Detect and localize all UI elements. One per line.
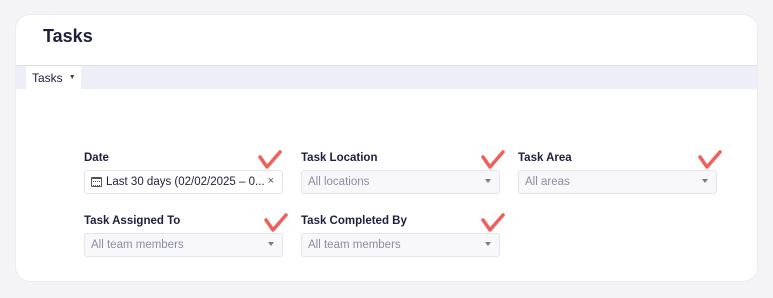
date-range-value: Last 30 days (02/02/2025 – 0...: [106, 176, 265, 188]
task-location-placeholder: All locations: [308, 176, 370, 188]
checkmark-annotation: [481, 150, 505, 169]
task-area-label: Task Area: [518, 152, 572, 164]
checkmark-annotation: [481, 213, 505, 232]
task-assigned-to-select[interactable]: All team members: [84, 233, 283, 257]
date-label: Date: [84, 152, 109, 164]
checkmark-annotation: [264, 213, 288, 232]
page-title: Tasks: [43, 26, 93, 46]
task-assigned-to-label: Task Assigned To: [84, 215, 181, 227]
clear-icon[interactable]: ×: [268, 175, 274, 187]
task-completed-by-placeholder: All team members: [308, 239, 401, 251]
caret-down-icon: ▼: [68, 74, 76, 81]
tab-bar: Tasks ▼: [16, 65, 757, 89]
chevron-down-icon: [702, 179, 708, 183]
task-assigned-to-placeholder: All team members: [91, 239, 184, 251]
task-completed-by-label: Task Completed By: [301, 215, 407, 227]
chevron-down-icon: [485, 179, 491, 183]
task-completed-by-select[interactable]: All team members: [301, 233, 500, 257]
task-location-select[interactable]: All locations: [301, 170, 500, 194]
checkmark-annotation: [258, 150, 282, 169]
task-area-select[interactable]: All areas: [518, 170, 717, 194]
page-card: Tasks Tasks ▼ Date Last 30 days (02/02/2…: [16, 15, 757, 281]
date-range-select[interactable]: Last 30 days (02/02/2025 – 0... ×: [84, 170, 283, 194]
tab-tasks-label: Tasks: [32, 70, 63, 85]
chevron-down-icon: [268, 242, 274, 246]
task-area-placeholder: All areas: [525, 176, 570, 188]
calendar-icon: [91, 177, 102, 187]
task-location-label: Task Location: [301, 152, 378, 164]
chevron-down-icon: [485, 242, 491, 246]
checkmark-annotation: [698, 150, 722, 169]
tab-tasks[interactable]: Tasks ▼: [26, 66, 81, 89]
